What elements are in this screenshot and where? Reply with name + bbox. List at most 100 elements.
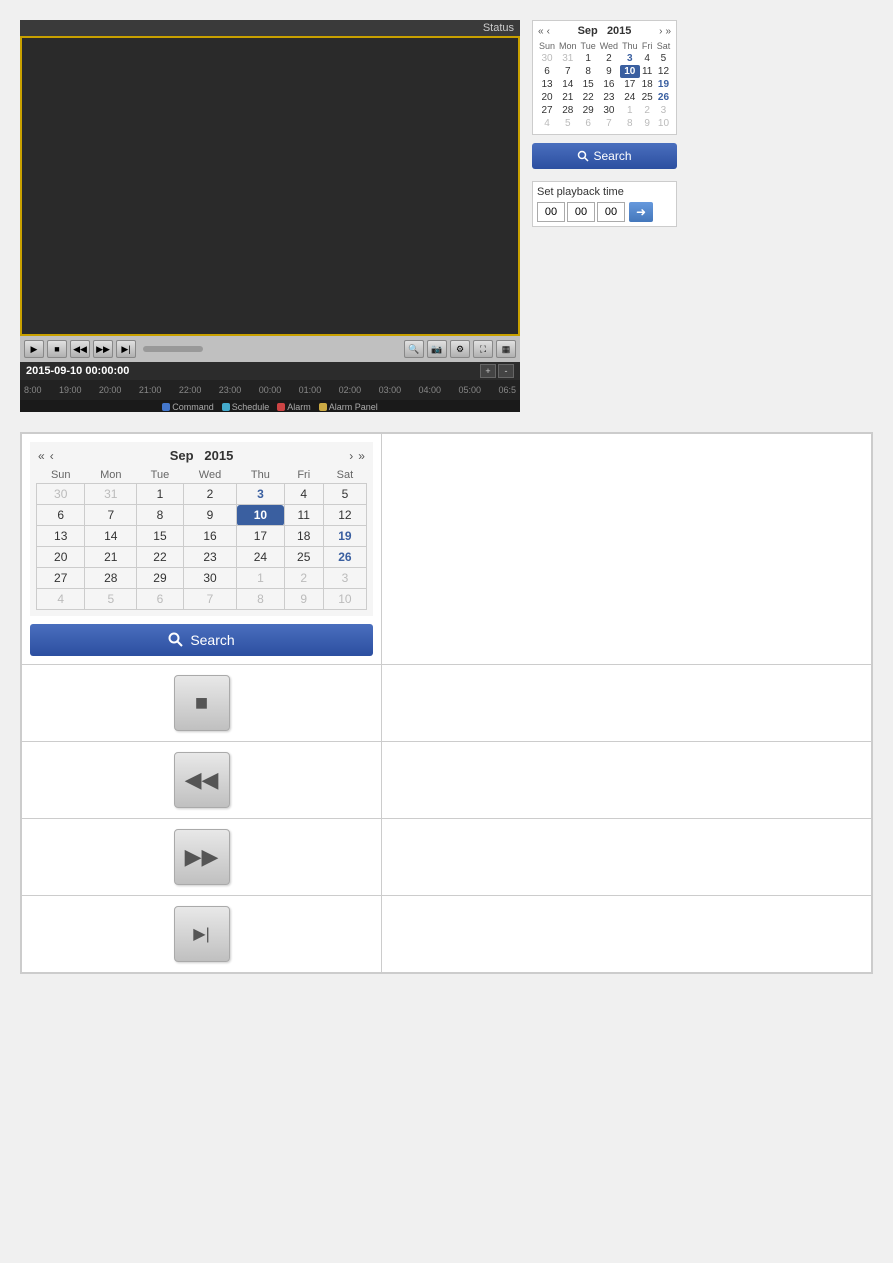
calendar-day[interactable]: 6	[37, 505, 85, 526]
calendar-day[interactable]: 29	[579, 104, 598, 117]
calendar-day[interactable]: 9	[284, 589, 323, 610]
calendar-day[interactable]: 24	[237, 547, 284, 568]
calendar-day[interactable]: 30	[537, 52, 557, 65]
calendar-day[interactable]: 29	[137, 568, 184, 589]
calendar-day[interactable]: 27	[537, 104, 557, 117]
step-ctrl-button[interactable]: ▶|	[116, 340, 136, 358]
calendar-day[interactable]: 22	[579, 91, 598, 104]
top-cal-next-year[interactable]: »	[664, 26, 672, 37]
calendar-day[interactable]: 13	[37, 526, 85, 547]
calendar-day[interactable]: 10	[323, 589, 366, 610]
calendar-day[interactable]: 30	[37, 484, 85, 505]
calendar-day[interactable]: 8	[579, 65, 598, 78]
timeline-track[interactable]: 8:00 19:00 20:00 21:00 22:00 23:00 00:00…	[20, 380, 520, 400]
bottom-search-button[interactable]: Search	[30, 624, 373, 656]
calendar-day[interactable]: 20	[37, 547, 85, 568]
calendar-day[interactable]: 1	[620, 104, 640, 117]
calendar-day[interactable]: 10	[620, 65, 640, 78]
top-search-button[interactable]: Search	[532, 143, 677, 169]
calendar-day[interactable]: 5	[655, 52, 673, 65]
bottom-cal-next-month[interactable]: ›	[347, 449, 355, 463]
calendar-day[interactable]: 4	[284, 484, 323, 505]
calendar-day[interactable]: 1	[137, 484, 184, 505]
calendar-day[interactable]: 9	[598, 65, 620, 78]
calendar-day[interactable]: 7	[183, 589, 236, 610]
calendar-day[interactable]: 21	[557, 91, 579, 104]
calendar-day[interactable]: 1	[579, 52, 598, 65]
calendar-day[interactable]: 14	[557, 78, 579, 91]
playback-hour-input[interactable]	[537, 202, 565, 222]
calendar-day[interactable]: 17	[237, 526, 284, 547]
bottom-rewind-button[interactable]: ◀◀	[174, 752, 230, 808]
bottom-stop-button[interactable]: ■	[174, 675, 230, 731]
snapshot-button[interactable]: 📷	[427, 340, 447, 358]
ff-ctrl-button[interactable]: ▶▶	[93, 340, 113, 358]
calendar-day[interactable]: 22	[137, 547, 184, 568]
calendar-day[interactable]: 3	[323, 568, 366, 589]
calendar-day[interactable]: 28	[557, 104, 579, 117]
calendar-day[interactable]: 25	[284, 547, 323, 568]
calendar-day[interactable]: 2	[284, 568, 323, 589]
calendar-day[interactable]: 19	[655, 78, 673, 91]
calendar-day[interactable]: 25	[640, 91, 655, 104]
bottom-step-button[interactable]: ▶|	[174, 906, 230, 962]
calendar-day[interactable]: 23	[183, 547, 236, 568]
calendar-day[interactable]: 6	[137, 589, 184, 610]
bottom-cal-next-year[interactable]: »	[356, 449, 367, 463]
bottom-ff-button[interactable]: ▶▶	[174, 829, 230, 885]
calendar-day[interactable]: 18	[640, 78, 655, 91]
calendar-day[interactable]: 4	[37, 589, 85, 610]
calendar-day[interactable]: 27	[37, 568, 85, 589]
playback-sec-input[interactable]	[597, 202, 625, 222]
calendar-day[interactable]: 1	[237, 568, 284, 589]
calendar-day[interactable]: 31	[557, 52, 579, 65]
calendar-day[interactable]: 12	[323, 505, 366, 526]
calendar-day[interactable]: 16	[598, 78, 620, 91]
calendar-day[interactable]: 23	[598, 91, 620, 104]
calendar-day[interactable]: 17	[620, 78, 640, 91]
top-cal-prev-month[interactable]: ‹	[546, 26, 551, 37]
calendar-day[interactable]: 6	[537, 65, 557, 78]
calendar-day[interactable]: 14	[85, 526, 137, 547]
zoom-button[interactable]: 🔍	[404, 340, 424, 358]
calendar-day[interactable]: 31	[85, 484, 137, 505]
calendar-day[interactable]: 7	[557, 65, 579, 78]
calendar-day[interactable]: 10	[237, 505, 284, 526]
calendar-day[interactable]: 16	[183, 526, 236, 547]
bottom-cal-prev-month[interactable]: ‹	[48, 449, 56, 463]
timeline-zoom-out[interactable]: -	[498, 364, 514, 378]
calendar-day[interactable]: 5	[85, 589, 137, 610]
calendar-day[interactable]: 12	[655, 65, 673, 78]
top-cal-next-month[interactable]: ›	[658, 26, 663, 37]
stop-ctrl-button[interactable]: ■	[47, 340, 67, 358]
calendar-day[interactable]: 9	[640, 117, 655, 130]
calendar-day[interactable]: 2	[183, 484, 236, 505]
calendar-day[interactable]: 11	[640, 65, 655, 78]
calendar-day[interactable]: 19	[323, 526, 366, 547]
calendar-day[interactable]: 6	[579, 117, 598, 130]
calendar-day[interactable]: 30	[183, 568, 236, 589]
calendar-day[interactable]: 7	[85, 505, 137, 526]
calendar-day[interactable]: 8	[137, 505, 184, 526]
calendar-day[interactable]: 4	[537, 117, 557, 130]
calendar-day[interactable]: 26	[655, 91, 673, 104]
calendar-day[interactable]: 30	[598, 104, 620, 117]
calendar-day[interactable]: 3	[620, 52, 640, 65]
calendar-day[interactable]: 2	[598, 52, 620, 65]
calendar-day[interactable]: 5	[557, 117, 579, 130]
top-cal-prev-year[interactable]: «	[537, 26, 545, 37]
calendar-day[interactable]: 11	[284, 505, 323, 526]
calendar-day[interactable]: 15	[137, 526, 184, 547]
timeline-zoom-in[interactable]: +	[480, 364, 496, 378]
calendar-day[interactable]: 3	[237, 484, 284, 505]
calendar-day[interactable]: 5	[323, 484, 366, 505]
calendar-day[interactable]: 4	[640, 52, 655, 65]
calendar-day[interactable]: 26	[323, 547, 366, 568]
calendar-day[interactable]: 20	[537, 91, 557, 104]
calendar-day[interactable]: 9	[183, 505, 236, 526]
calendar-day[interactable]: 2	[640, 104, 655, 117]
calendar-day[interactable]: 18	[284, 526, 323, 547]
settings-button[interactable]: ⚙	[450, 340, 470, 358]
calendar-day[interactable]: 7	[598, 117, 620, 130]
calendar-day[interactable]: 15	[579, 78, 598, 91]
